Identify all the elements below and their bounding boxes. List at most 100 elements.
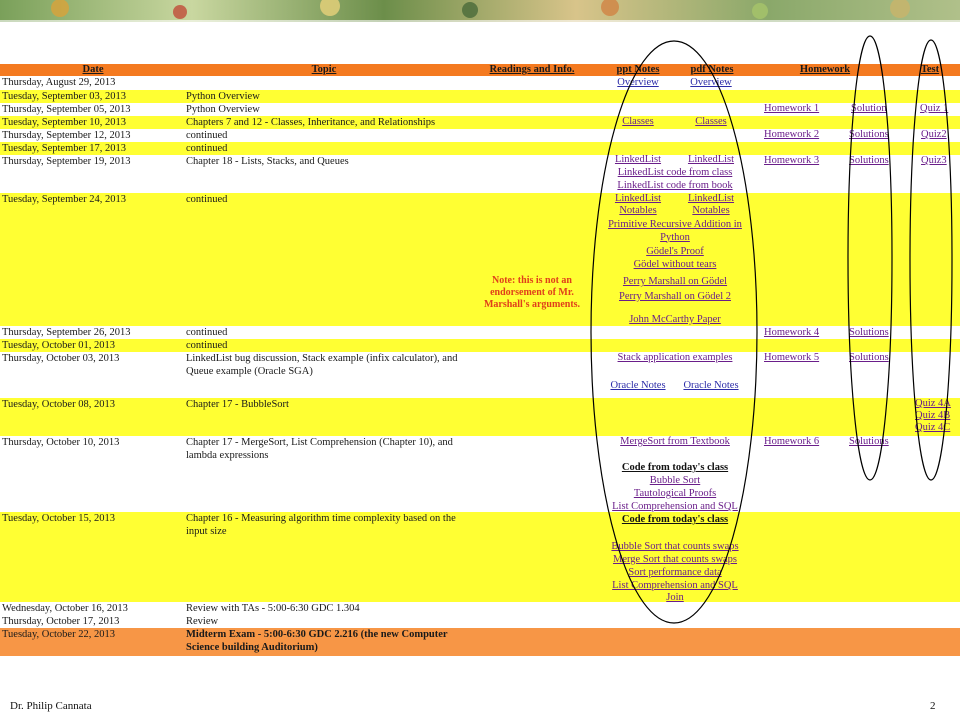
row-topic: Python Overview <box>186 104 260 115</box>
link-code-today-2[interactable]: Code from today's class <box>622 514 728 527</box>
table-row: Tuesday, September 10, 2013 Chapters 7 a… <box>0 116 960 129</box>
header-homework: Homework <box>799 64 851 75</box>
table-row: Tuesday, September 17, 2013 continued <box>0 142 960 155</box>
link-stack-application[interactable]: Stack application examples <box>618 352 733 365</box>
stained-glass-banner <box>0 0 960 22</box>
row-topic: continued <box>186 340 228 351</box>
link-merge-swaps[interactable]: Merge Sort that counts swaps <box>613 554 737 567</box>
row-date: Tuesday, September 17, 2013 <box>2 143 127 154</box>
header-test: Test <box>920 64 940 75</box>
link-list-comprehension-sql-2[interactable]: List Comprehension and SQL <box>612 580 738 593</box>
link-overview-ppt[interactable]: Overview <box>617 77 658 90</box>
row-date: Thursday, September 19, 2013 <box>2 156 131 167</box>
link-homework-6[interactable]: Homework 6 <box>764 436 819 449</box>
link-homework-1[interactable]: Homework 1 <box>764 103 819 116</box>
table-row: Tuesday, October 01, 2013 continued <box>0 339 960 352</box>
row-date: Tuesday, September 10, 2013 <box>2 117 127 128</box>
row-date: Thursday, October 17, 2013 <box>2 616 120 627</box>
link-godel-tears[interactable]: Gödel without tears <box>634 259 717 272</box>
link-homework-3[interactable]: Homework 3 <box>764 155 819 168</box>
table-row: Tuesday, October 15, 2013 Chapter 16 - M… <box>0 512 960 602</box>
header-ppt-notes: ppt Notes <box>616 64 660 75</box>
link-quiz-3[interactable]: Quiz3 <box>921 155 947 168</box>
link-classes-ppt[interactable]: Classes <box>622 116 654 129</box>
row-date: Thursday, September 05, 2013 <box>2 104 131 115</box>
link-perry-marshall-2[interactable]: Perry Marshall on Gödel 2 <box>619 291 731 304</box>
link-classes-pdf[interactable]: Classes <box>695 116 727 129</box>
course-schedule-table: Date Topic Readings and Info. ppt Notes … <box>0 64 960 656</box>
link-overview-pdf[interactable]: Overview <box>690 77 731 90</box>
row-topic: continued <box>186 143 228 154</box>
link-mergesort-textbook[interactable]: MergeSort from Textbook <box>620 436 730 449</box>
footer-page-number: 2 <box>930 700 936 712</box>
table-row: Wednesday, October 16, 2013 Review with … <box>0 602 960 615</box>
row-date: Thursday, September 12, 2013 <box>2 130 131 141</box>
link-quiz-4a[interactable]: Quiz 4A <box>915 398 951 411</box>
row-topic: Chapters 7 and 12 - Classes, Inheritance… <box>186 117 436 128</box>
link-solutions-4[interactable]: Solutions <box>849 327 889 340</box>
row-date: Tuesday, September 24, 2013 <box>2 194 127 205</box>
link-quiz-1[interactable]: Quiz 1 <box>920 103 948 116</box>
link-oracle-notes-ppt[interactable]: Oracle Notes <box>610 380 665 393</box>
endorsement-note: Note: this is not an endorsement of Mr. … <box>483 275 581 310</box>
row-date: Tuesday, October 01, 2013 <box>2 340 115 351</box>
link-ll-notables-pdf[interactable]: LinkedList <box>688 193 734 206</box>
link-solution-1[interactable]: Solution <box>851 103 887 116</box>
link-list-comprehension-sql-1[interactable]: List Comprehension and SQL <box>612 501 738 514</box>
link-homework-5[interactable]: Homework 5 <box>764 352 819 365</box>
header-pdf-notes: pdf Notes <box>690 64 734 75</box>
link-bubble-sort[interactable]: Bubble Sort <box>650 475 700 488</box>
link-oracle-notes-pdf[interactable]: Oracle Notes <box>683 380 738 393</box>
row-date: Thursday, August 29, 2013 <box>2 77 116 88</box>
link-quiz-4b[interactable]: Quiz 4B <box>915 410 950 423</box>
link-linkedlist-ppt[interactable]: LinkedList <box>615 154 661 167</box>
link-sort-performance[interactable]: Sort performance data <box>628 567 721 580</box>
link-solutions-6[interactable]: Solutions <box>849 436 889 449</box>
link-solutions-5[interactable]: Solutions <box>849 352 889 365</box>
row-topic: Review with TAs - 5:00-6:30 GDC 1.304 <box>186 603 360 614</box>
link-godel-proof[interactable]: Gödel's Proof <box>646 246 704 259</box>
row-date: Tuesday, October 08, 2013 <box>2 399 115 410</box>
link-homework-2[interactable]: Homework 2 <box>764 129 819 142</box>
row-date: Thursday, October 10, 2013 <box>2 437 120 448</box>
header-topic: Topic <box>311 64 337 75</box>
link-ll-code-class[interactable]: LinkedList code from class <box>618 167 733 180</box>
link-homework-4[interactable]: Homework 4 <box>764 327 819 340</box>
link-join[interactable]: Join <box>666 592 684 605</box>
table-row: Thursday, October 17, 2013 Review <box>0 615 960 628</box>
link-quiz-4c[interactable]: Quiz 4C <box>915 422 950 435</box>
row-topic: Chapter 17 - BubbleSort <box>186 399 289 410</box>
link-code-today-1[interactable]: Code from today's class <box>622 462 728 475</box>
table-row: Thursday, August 29, 2013 <box>0 76 960 90</box>
link-quiz-2[interactable]: Quiz2 <box>921 129 947 142</box>
row-topic: continued <box>186 194 228 205</box>
row-date: Thursday, October 03, 2013 <box>2 353 120 364</box>
row-date: Tuesday, September 03, 2013 <box>2 91 127 102</box>
link-bubble-swaps[interactable]: Bubble Sort that counts swaps <box>611 541 738 554</box>
link-perry-marshall-1[interactable]: Perry Marshall on Gödel <box>623 276 727 289</box>
footer-author: Dr. Philip Cannata <box>10 700 92 712</box>
row-date: Thursday, September 26, 2013 <box>2 327 131 338</box>
link-tautological-proofs[interactable]: Tautological Proofs <box>634 488 716 501</box>
link-solutions-2[interactable]: Solutions <box>849 129 889 142</box>
row-topic: Python Overview <box>186 91 260 102</box>
row-topic: Chapter 16 - Measuring algorithm time co… <box>186 513 456 537</box>
row-date: Tuesday, October 15, 2013 <box>2 513 115 524</box>
link-mccarthy-paper[interactable]: John McCarthy Paper <box>629 314 721 327</box>
link-solutions-3[interactable]: Solutions <box>849 155 889 168</box>
link-ll-code-book[interactable]: LinkedList code from book <box>617 180 732 193</box>
row-date: Wednesday, October 16, 2013 <box>2 603 128 614</box>
row-topic: Midterm Exam - 5:00-6:30 GDC 2.216 (the … <box>186 629 448 653</box>
row-topic: Chapter 17 - MergeSort, List Comprehensi… <box>186 437 453 461</box>
header-date: Date <box>82 64 104 75</box>
row-date: Tuesday, October 22, 2013 <box>2 629 115 640</box>
link-linkedlist-pdf[interactable]: LinkedList <box>688 154 734 167</box>
table-header: Date Topic Readings and Info. ppt Notes … <box>0 64 960 76</box>
row-topic: Chapter 18 - Lists, Stacks, and Queues <box>186 156 349 167</box>
link-ll-notables-ppt-2[interactable]: Notables <box>619 205 656 218</box>
link-ll-notables-pdf-2[interactable]: Notables <box>692 205 729 218</box>
link-ll-notables-ppt[interactable]: LinkedList <box>615 193 661 206</box>
row-topic: LinkedList bug discussion, Stack example… <box>186 353 458 377</box>
link-primitive-recursive[interactable]: Primitive Recursive Addition in Python <box>600 219 750 244</box>
table-row-midterm: Tuesday, October 22, 2013 Midterm Exam -… <box>0 628 960 656</box>
